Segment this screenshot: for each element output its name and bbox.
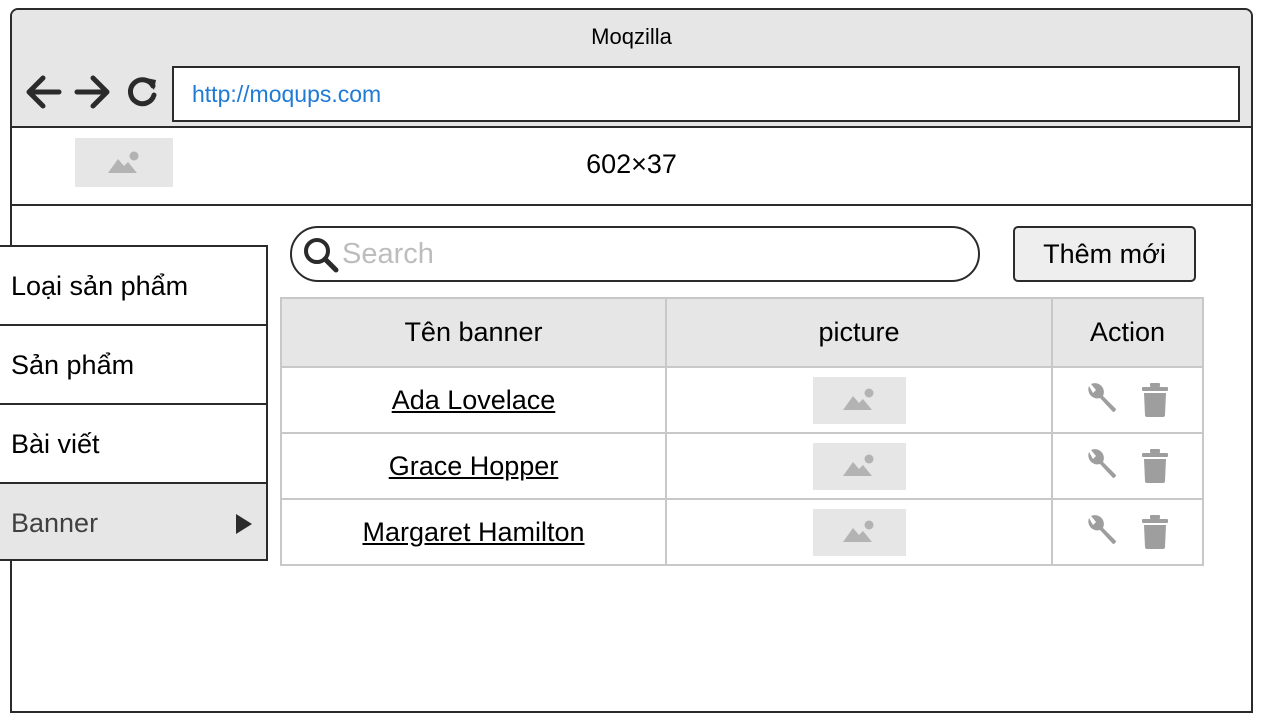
row-actions — [1053, 446, 1202, 486]
back-arrow-icon — [26, 75, 62, 109]
banner-image-placeholder — [812, 442, 906, 490]
window-title: Moqzilla — [591, 24, 672, 49]
cell-banner-name: Grace Hopper — [280, 432, 667, 500]
cell-actions — [1051, 366, 1204, 434]
reload-button[interactable] — [122, 72, 162, 112]
search-box[interactable] — [290, 226, 980, 282]
edit-button[interactable] — [1083, 512, 1119, 552]
image-placeholder-icon — [843, 454, 874, 476]
add-new-button[interactable]: Thêm mới — [1013, 226, 1196, 282]
chevron-right-icon — [236, 514, 252, 534]
column-header-action: Action — [1051, 297, 1204, 368]
banner-image-placeholder — [812, 376, 906, 424]
trash-icon — [1141, 383, 1168, 417]
delete-button[interactable] — [1137, 380, 1173, 420]
trash-icon — [1141, 449, 1168, 483]
search-icon — [304, 238, 339, 273]
column-header-picture: picture — [665, 297, 1053, 368]
forward-arrow-icon — [74, 75, 110, 109]
cell-actions — [1051, 432, 1204, 500]
wrench-icon — [1087, 383, 1116, 412]
image-placeholder-icon — [843, 520, 874, 542]
banner-name-link[interactable]: Margaret Hamilton — [362, 517, 584, 547]
sidebar-item-products[interactable]: Sản phẩm — [0, 324, 268, 403]
sidebar-item-label: Sản phẩm — [11, 350, 135, 380]
sidebar-item-posts[interactable]: Bài viết — [0, 403, 268, 482]
edit-button[interactable] — [1083, 446, 1119, 486]
wrench-icon — [1087, 515, 1116, 544]
sidebar-menu: Loại sản phẩm Sản phẩm Bài viết Banner — [0, 245, 268, 561]
row-actions — [1053, 380, 1202, 420]
delete-button[interactable] — [1137, 512, 1173, 552]
browser-titlebar: Moqzilla — [12, 10, 1251, 128]
forward-button[interactable] — [72, 72, 112, 112]
search-input[interactable] — [342, 238, 942, 270]
banner-image-placeholder — [812, 508, 906, 556]
delete-button[interactable] — [1137, 446, 1173, 486]
banner-table: Tên banner picture Action Ada Lovelace G… — [280, 297, 1204, 566]
wrench-icon — [1087, 449, 1116, 478]
sidebar-item-label: Loại sản phẩm — [11, 271, 189, 301]
cell-banner-name: Ada Lovelace — [280, 366, 667, 434]
banner-name-link[interactable]: Ada Lovelace — [392, 385, 556, 415]
edit-button[interactable] — [1083, 380, 1119, 420]
cell-actions — [1051, 498, 1204, 566]
cell-picture — [665, 432, 1053, 500]
page-header: 602×37 — [12, 128, 1251, 206]
sidebar-item-label: Banner — [11, 508, 99, 538]
cell-banner-name: Margaret Hamilton — [280, 498, 667, 566]
sidebar-item-banner[interactable]: Banner — [0, 482, 268, 561]
sidebar-item-label: Bài viết — [11, 429, 100, 459]
back-button[interactable] — [24, 72, 64, 112]
sidebar-item-product-category[interactable]: Loại sản phẩm — [0, 245, 268, 324]
trash-icon — [1141, 515, 1168, 549]
reload-icon — [127, 77, 157, 107]
header-caption: 602×37 — [586, 149, 677, 179]
column-header-banner-name: Tên banner — [280, 297, 667, 368]
cell-picture — [665, 498, 1053, 566]
table-header-row: Tên banner picture Action — [280, 297, 1204, 368]
url-bar[interactable] — [172, 66, 1240, 122]
row-actions — [1053, 512, 1202, 552]
table-row: Grace Hopper — [280, 432, 1204, 500]
cell-picture — [665, 366, 1053, 434]
banner-name-link[interactable]: Grace Hopper — [389, 451, 559, 481]
table-row: Margaret Hamilton — [280, 498, 1204, 566]
table-row: Ada Lovelace — [280, 366, 1204, 434]
image-placeholder-icon — [843, 388, 874, 410]
url-input[interactable] — [192, 78, 1212, 110]
